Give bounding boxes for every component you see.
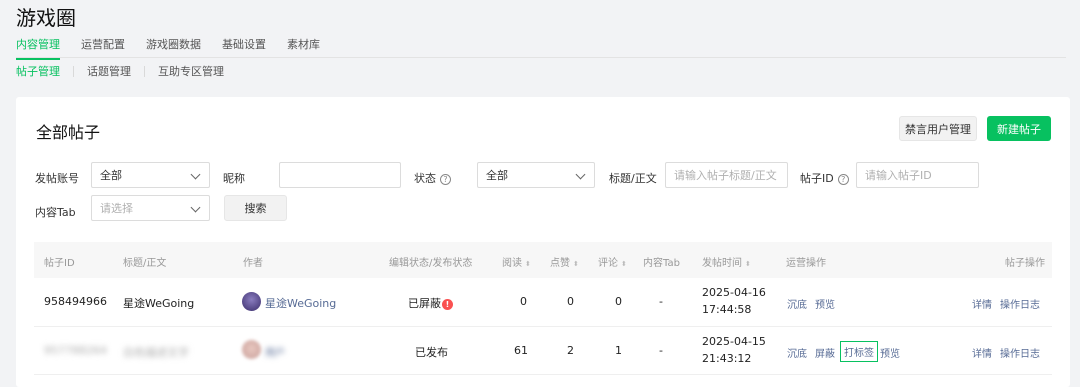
- posts-card: 全部帖子 禁言用户管理 新建帖子 发帖账号 全部 昵称 状态? 全部 标题/正文…: [16, 97, 1070, 387]
- preview-button[interactable]: 预览: [815, 296, 835, 311]
- account-label: 发帖账号: [35, 172, 79, 185]
- col-comment[interactable]: 评论 ⬍: [598, 254, 627, 269]
- sort-icon: ⬍: [525, 260, 531, 268]
- sort-icon: ⬍: [573, 260, 579, 268]
- post-date: 2025-04-16: [702, 286, 766, 299]
- table-row: 957788264 白色描述文字 用户 已发布 61 2 1 - 2025-04…: [34, 327, 1052, 375]
- col-content-tab: 内容Tab: [643, 258, 680, 269]
- col-like-label: 点赞: [550, 258, 570, 269]
- question-circle-icon[interactable]: ?: [440, 173, 451, 185]
- preview-button[interactable]: 预览: [880, 345, 900, 360]
- ban-user-management-button[interactable]: 禁言用户管理: [899, 116, 977, 141]
- chevron-down-icon: [190, 202, 201, 213]
- col-post-time[interactable]: 发帖时间 ⬍: [702, 254, 751, 269]
- sort-icon: ⬍: [621, 260, 627, 268]
- post-id: 958494966: [44, 295, 107, 308]
- table-row: 958494966 星途WeGoing 星途WeGoing 已屏蔽! 0 0 0…: [34, 278, 1052, 327]
- nav-divider: [16, 57, 1066, 58]
- title-input[interactable]: 请输入帖子标题/正文: [665, 162, 788, 188]
- add-tag-button[interactable]: 打标签: [840, 341, 878, 362]
- status-select-value: 全部: [486, 169, 508, 182]
- content-tab-select[interactable]: 请选择: [91, 195, 210, 221]
- post-title: 星途WeGoing: [123, 297, 195, 310]
- app-title: 游戏圈: [16, 6, 76, 30]
- question-circle-icon[interactable]: ?: [837, 173, 849, 185]
- sink-button[interactable]: 沉底: [787, 345, 807, 360]
- chevron-down-icon: [190, 169, 201, 180]
- card-title: 全部帖子: [36, 123, 101, 142]
- post-time: 17:44:58: [702, 303, 752, 316]
- table-header: 帖子ID 标题/正文 作者 编辑状态/发布状态 阅读 ⬍ 点赞 ⬍ 评论 ⬍ 内容Ta…: [34, 242, 1052, 278]
- account-select-value: 全部: [100, 169, 122, 182]
- post-date: 2025-04-15: [702, 335, 766, 348]
- subtab-mutual-aid-management[interactable]: 互助专区管理: [158, 63, 224, 79]
- detail-link[interactable]: 详情: [972, 296, 992, 311]
- status-text: 已屏蔽!: [408, 295, 453, 311]
- nickname-input[interactable]: [279, 162, 401, 188]
- col-author: 作者: [243, 258, 263, 269]
- subnav-separator: [144, 65, 145, 77]
- post-time: 21:43:12: [702, 352, 752, 365]
- content-tab-label: 内容Tab: [35, 206, 76, 219]
- comment-count: 0: [615, 295, 622, 308]
- sink-button[interactable]: 沉底: [787, 296, 807, 311]
- operation-log-link[interactable]: 操作日志: [1000, 345, 1040, 360]
- account-select[interactable]: 全部: [91, 162, 210, 188]
- col-read[interactable]: 阅读 ⬍: [502, 254, 531, 269]
- col-time-label: 发帖时间: [702, 258, 742, 269]
- col-read-label: 阅读: [502, 258, 522, 269]
- content-tab-placeholder: 请选择: [100, 202, 133, 215]
- subtab-post-management[interactable]: 帖子管理: [16, 63, 60, 79]
- status-label-text: 状态: [414, 172, 436, 185]
- col-like[interactable]: 点赞 ⬍: [550, 254, 579, 269]
- sort-icon: ⬍: [745, 260, 751, 268]
- block-button[interactable]: 屏蔽: [815, 345, 835, 360]
- detail-link[interactable]: 详情: [972, 345, 992, 360]
- sub-nav: 帖子管理 话题管理 互助专区管理: [16, 63, 224, 79]
- nickname-label: 昵称: [223, 172, 245, 185]
- subnav-separator: [73, 65, 74, 77]
- author-name[interactable]: 用户: [265, 344, 285, 359]
- col-post-actions: 帖子操作: [1005, 258, 1045, 269]
- content-tab-value: -: [659, 344, 663, 357]
- status-select[interactable]: 全部: [477, 162, 595, 188]
- postid-input[interactable]: 请输入帖子ID: [856, 162, 979, 188]
- exclamation-badge-icon[interactable]: !: [442, 298, 453, 310]
- col-status: 编辑状态/发布状态: [389, 258, 473, 269]
- col-post-id: 帖子ID: [44, 258, 75, 269]
- subtab-topic-management[interactable]: 话题管理: [87, 63, 131, 79]
- status-value: 已发布: [415, 346, 448, 359]
- read-count: 61: [514, 344, 528, 357]
- search-button[interactable]: 搜索: [224, 195, 287, 221]
- content-tab-value: -: [659, 295, 663, 308]
- postid-label: 帖子ID?: [800, 170, 849, 186]
- col-comment-label: 评论: [598, 258, 618, 269]
- col-operations: 运营操作: [786, 258, 826, 269]
- top-bar: 游戏圈 内容管理 运营配置 游戏圈数据 基础设置 素材库 帖子管理 话题管理 互…: [0, 0, 1080, 84]
- author-name[interactable]: 星途WeGoing: [265, 295, 336, 311]
- comment-count: 1: [615, 344, 622, 357]
- post-id: 957788264: [44, 344, 107, 357]
- like-count: 2: [567, 344, 574, 357]
- chevron-down-icon: [575, 169, 586, 180]
- read-count: 0: [520, 295, 527, 308]
- postid-label-text: 帖子ID: [800, 172, 834, 185]
- post-title: 白色描述文字: [123, 346, 189, 359]
- col-title: 标题/正文: [123, 258, 167, 269]
- avatar[interactable]: [242, 340, 261, 359]
- status-value: 已屏蔽: [408, 297, 441, 310]
- avatar[interactable]: [242, 292, 261, 311]
- like-count: 0: [567, 295, 574, 308]
- operation-log-link[interactable]: 操作日志: [1000, 296, 1040, 311]
- status-label: 状态?: [414, 170, 451, 186]
- title-label: 标题/正文: [609, 172, 657, 185]
- new-post-button[interactable]: 新建帖子: [987, 116, 1051, 141]
